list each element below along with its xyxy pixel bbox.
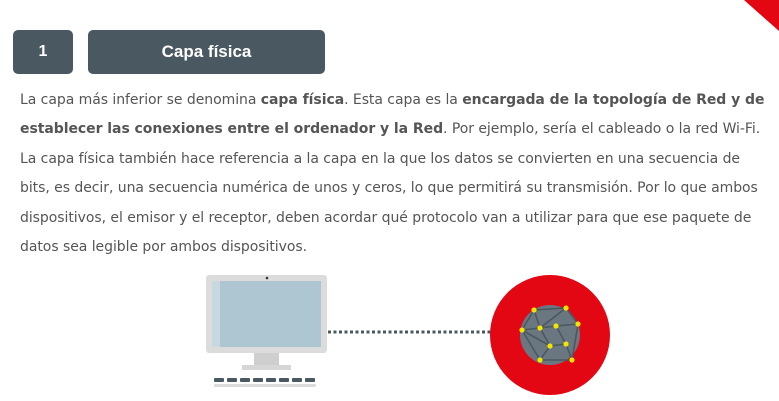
step-number-badge: 1 [13,30,73,74]
paragraph-2: La capa física también hace referencia a… [20,150,758,256]
section-title: Capa física [88,30,325,74]
connection-illustration [206,275,610,395]
term-capa-fisica: capa física [260,92,345,108]
paragraph-1: La capa más inferior se denomina capa fí… [20,92,765,138]
network-globe-icon [490,275,610,395]
corner-accent [744,0,779,31]
body-text: La capa más inferior se denomina capa fí… [20,86,768,262]
desktop-computer-icon [206,275,327,387]
page: 1 Capa física La capa más inferior se de… [0,0,779,401]
